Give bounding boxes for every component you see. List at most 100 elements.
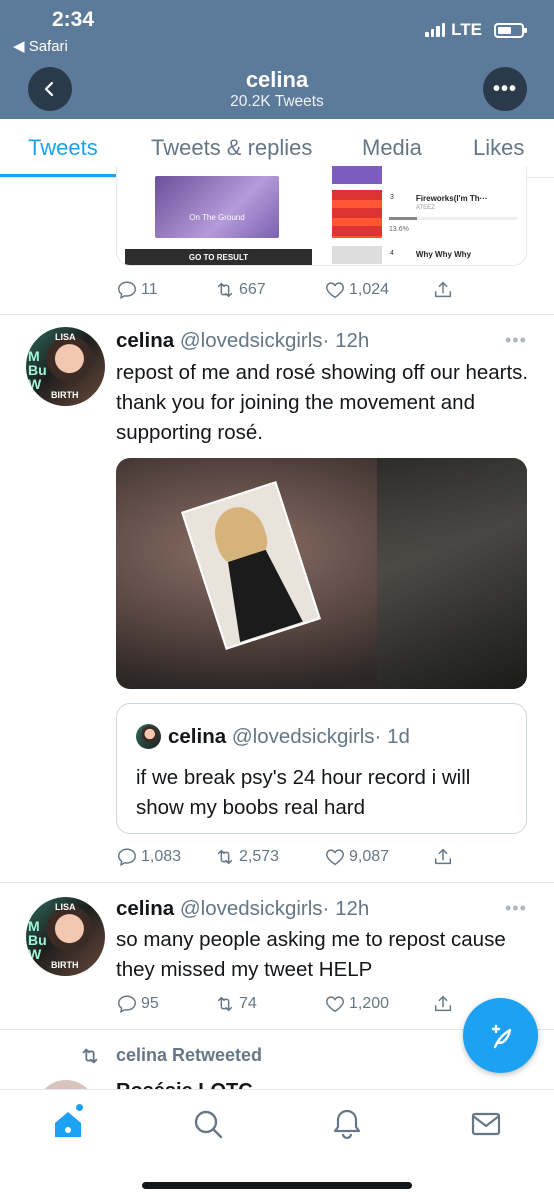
retweet-button[interactable]: 2,573 bbox=[214, 846, 324, 868]
notification-dot bbox=[76, 1104, 83, 1111]
search-icon[interactable] bbox=[191, 1107, 225, 1141]
home-indicator[interactable] bbox=[142, 1182, 412, 1189]
tweet-time: · 12h bbox=[322, 897, 370, 920]
avatar-text-top: LISA bbox=[55, 332, 76, 342]
retweet-count: 74 bbox=[239, 995, 257, 1012]
quoted-author-name: celina bbox=[168, 725, 227, 748]
retweet-icon bbox=[217, 849, 233, 865]
heart-icon bbox=[326, 282, 344, 299]
signal-icon bbox=[425, 23, 446, 37]
battery-icon bbox=[494, 22, 527, 38]
retweeted-label[interactable]: celina Retweeted bbox=[116, 1045, 262, 1066]
chart-art bbox=[332, 190, 382, 238]
tweet-text: repost of me and rosé showing off our he… bbox=[116, 361, 529, 444]
reply-button[interactable]: 95 bbox=[116, 993, 214, 1015]
reply-button[interactable]: 1,083 bbox=[116, 846, 214, 868]
status-time: 2:34 bbox=[52, 8, 95, 31]
tab-likes[interactable]: Likes bbox=[473, 135, 524, 161]
chart-progress bbox=[389, 217, 417, 220]
link-card[interactable]: On The Ground GO TO RESULT 3 Fireworks(I… bbox=[116, 166, 527, 266]
compose-feather-icon bbox=[491, 1024, 511, 1048]
chart-entry: 3 Fireworks(I'm Th··· ATEEZ bbox=[332, 190, 488, 238]
reply-icon bbox=[118, 995, 136, 1014]
retweet-button[interactable]: 74 bbox=[214, 993, 324, 1015]
retweet-icon bbox=[82, 1048, 98, 1064]
author-name[interactable]: Rosésie LOTC bbox=[116, 1080, 253, 1089]
mail-icon[interactable] bbox=[469, 1107, 503, 1141]
like-button[interactable]: 9,087 bbox=[324, 846, 432, 868]
tweet-photo[interactable] bbox=[116, 458, 527, 689]
tweet-actions: 95 74 1,200 bbox=[116, 993, 454, 1015]
tab-tweets[interactable]: Tweets bbox=[28, 135, 98, 161]
home-icon[interactable] bbox=[51, 1107, 85, 1141]
retweet-count: 667 bbox=[239, 281, 266, 298]
go-to-result-button[interactable]: GO TO RESULT bbox=[125, 249, 312, 265]
retweet-icon bbox=[217, 282, 233, 298]
tweet-text: so many people asking me to repost cause… bbox=[116, 928, 506, 981]
tweet-more-button[interactable]: ••• bbox=[505, 898, 527, 919]
avatar-text-bottom: BIRTH bbox=[51, 390, 79, 400]
chart-artist: ATEEZ bbox=[415, 205, 435, 211]
chart-title-block: Fireworks(I'm Th··· ATEEZ bbox=[416, 194, 488, 211]
quoted-avatar bbox=[136, 724, 161, 749]
retweet-count: 2,573 bbox=[239, 848, 280, 865]
chart-title: Fireworks(I'm Th··· bbox=[415, 194, 488, 203]
tweet-count: 20.2K Tweets bbox=[230, 93, 324, 110]
reply-count: 1,083 bbox=[141, 848, 182, 865]
like-button[interactable]: 1,024 bbox=[324, 279, 432, 301]
like-count: 9,087 bbox=[349, 848, 390, 865]
bell-icon[interactable] bbox=[330, 1107, 364, 1141]
author-name[interactable]: celina bbox=[116, 897, 174, 920]
tweet-time: · 12h bbox=[322, 329, 370, 352]
heart-icon bbox=[326, 996, 344, 1013]
reply-button[interactable]: 11 bbox=[116, 279, 214, 301]
avatar-graphic: M Bu W bbox=[28, 348, 47, 392]
tweet-divider bbox=[0, 314, 554, 315]
reply-count: 11 bbox=[141, 281, 158, 298]
status-indicators: LTE bbox=[425, 20, 527, 40]
tweet-header: celina @lovedsickgirls· 12h bbox=[116, 329, 369, 353]
like-count: 1,200 bbox=[349, 995, 390, 1012]
more-options-button[interactable]: ••• bbox=[483, 67, 527, 111]
tweet-actions: 1,083 2,573 9,087 bbox=[116, 846, 454, 868]
avatar[interactable]: LISA M Bu W BIRTH bbox=[26, 327, 105, 406]
network-label: LTE bbox=[451, 20, 482, 39]
tab-tweets-replies[interactable]: Tweets & replies bbox=[151, 135, 312, 161]
reply-count: 95 bbox=[141, 995, 159, 1012]
tweet-divider bbox=[0, 882, 554, 883]
chart-art bbox=[332, 166, 382, 184]
avatar-text-top: LISA bbox=[55, 902, 76, 912]
author-handle[interactable]: @lovedsickgirls bbox=[180, 897, 323, 920]
quoted-text: if we break psy's 24 hour record i will … bbox=[136, 766, 471, 819]
share-icon bbox=[434, 281, 452, 298]
author-name[interactable]: celina bbox=[116, 329, 174, 352]
tab-media[interactable]: Media bbox=[362, 135, 422, 161]
quoted-tweet[interactable]: celina @lovedsickgirls· 1d if we break p… bbox=[116, 703, 527, 834]
share-button[interactable] bbox=[432, 846, 454, 868]
album-label: On The Ground bbox=[189, 213, 245, 222]
heart-icon bbox=[326, 849, 344, 866]
quoted-header: celina @lovedsickgirls· 1d bbox=[168, 725, 410, 749]
album-thumbnail: On The Ground bbox=[155, 176, 279, 238]
author-handle[interactable]: @lovedsickgirls bbox=[180, 329, 323, 352]
tweet-more-button[interactable]: ••• bbox=[505, 330, 527, 351]
chart-art bbox=[332, 246, 382, 264]
avatar[interactable] bbox=[36, 1080, 96, 1089]
like-button[interactable]: 1,200 bbox=[324, 993, 432, 1015]
avatar-text-bottom: BIRTH bbox=[51, 960, 79, 970]
avatar[interactable]: LISA M Bu W BIRTH bbox=[26, 897, 105, 976]
back-to-app[interactable]: ◀ Safari bbox=[13, 37, 68, 55]
profile-header: 2:34 ◀ Safari LTE celina 20.2K Tweets ••… bbox=[0, 0, 554, 119]
chart-progress-track bbox=[417, 217, 517, 220]
like-count: 1,024 bbox=[349, 281, 390, 298]
retweet-button[interactable]: 667 bbox=[214, 279, 324, 301]
reply-icon bbox=[118, 281, 136, 300]
compose-tweet-button[interactable] bbox=[463, 998, 538, 1073]
share-icon bbox=[434, 995, 452, 1012]
avatar-graphic: M Bu W bbox=[28, 918, 47, 962]
share-button[interactable] bbox=[432, 993, 454, 1015]
share-button[interactable] bbox=[432, 279, 454, 301]
profile-name: celina bbox=[245, 67, 309, 92]
retweet-icon bbox=[217, 996, 233, 1012]
back-app-label: Safari bbox=[28, 38, 68, 55]
